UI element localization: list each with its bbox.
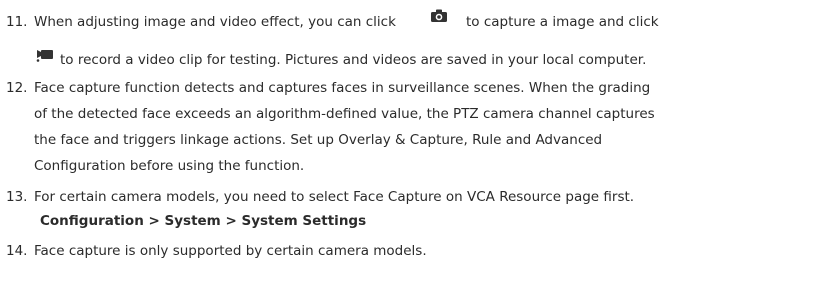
list-number: 12.	[6, 80, 28, 96]
item-11-text-a: When adjusting image and video effect, y…	[34, 14, 396, 30]
item-14-text-1: Face capture is only supported by certai…	[34, 243, 427, 259]
list-number: 14.	[6, 243, 28, 259]
item-12-text-3: the face and triggers linkage actions. S…	[34, 132, 603, 148]
item-12-text-1: Face capture function detects and captur…	[34, 80, 651, 96]
item-13-text-1: For certain camera models, you need to s…	[34, 189, 635, 205]
item-12-text-2: of the detected face exceeds an algorith…	[34, 106, 655, 122]
menu-path: Configuration > System > System Settings	[40, 213, 367, 229]
item-12-text-4: Configuration before using the function.	[34, 158, 305, 174]
document-page: 11. When adjusting image and video effec…	[0, 0, 839, 307]
video-camera-icon	[36, 49, 54, 67]
list-number: 13.	[6, 189, 28, 205]
list-number: 11.	[6, 14, 28, 30]
item-11-text-c: to record a video clip for testing. Pict…	[60, 52, 647, 68]
item-11-text-b: to capture a image and click	[466, 14, 659, 30]
camera-icon	[430, 9, 448, 28]
